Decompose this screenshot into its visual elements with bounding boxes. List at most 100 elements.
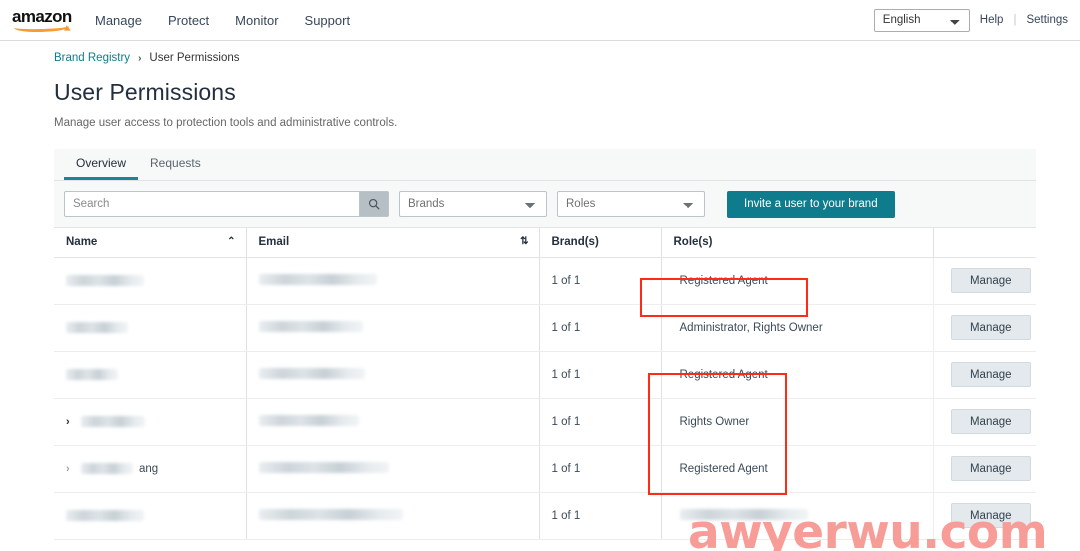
breadcrumb-current: User Permissions: [149, 52, 240, 64]
table-row[interactable]: 1 of 1 Registered Agent Manage: [54, 351, 1036, 399]
cell-roles: Registered Agent: [660, 257, 933, 305]
expand-row-chevron-icon[interactable]: ›: [66, 463, 75, 475]
cell-brands: 1 of 1: [538, 398, 661, 446]
role-label: Registered Agent: [679, 462, 768, 475]
redacted-name: [66, 510, 144, 521]
nav-link-support[interactable]: Support: [304, 9, 352, 32]
table-row[interactable]: › 1 of 1 Rights Owner Manage: [54, 398, 1036, 446]
brands-filter-select[interactable]: Brands: [399, 191, 547, 217]
cell-email: [245, 351, 539, 399]
amazon-smile-icon: [13, 20, 70, 33]
cell-brands: 1 of 1: [538, 445, 661, 493]
expand-row-chevron-icon[interactable]: ›: [66, 416, 75, 428]
cell-name: › ang: [54, 445, 246, 493]
cell-name: [54, 257, 246, 305]
redacted-role: [679, 508, 808, 520]
redacted-email: [258, 273, 377, 285]
cell-roles: Administrator, Rights Owner: [660, 304, 933, 352]
redacted-name: [66, 322, 128, 333]
cell-action: Manage: [932, 398, 1036, 446]
name-cell-content: [66, 369, 246, 380]
page-title: User Permissions: [54, 79, 236, 105]
redacted-name: [66, 369, 118, 380]
name-cell-content: [66, 510, 246, 521]
manage-button[interactable]: Manage: [950, 503, 1031, 528]
column-header-name-label: Name: [66, 236, 98, 249]
cell-brands: 1 of 1: [538, 304, 661, 352]
page-subtitle: Manage user access to protection tools a…: [54, 117, 398, 129]
table-row[interactable]: 1 of 1 Manage: [54, 492, 1036, 540]
cell-action: Manage: [932, 304, 1036, 352]
cell-email: [245, 257, 539, 305]
column-header-email-label: Email: [258, 236, 290, 249]
cell-action: Manage: [932, 445, 1036, 493]
role-label: Registered Agent: [679, 274, 768, 287]
invite-user-button[interactable]: Invite a user to your brand: [727, 190, 895, 218]
redacted-name: [81, 463, 133, 474]
table-body: 1 of 1 Registered Agent Manage 1 of 1 Admini…: [54, 257, 1036, 540]
nav-link-monitor[interactable]: Monitor: [234, 9, 279, 32]
search-input[interactable]: [64, 191, 359, 217]
nav-right-group: English Help | Settings: [873, 8, 1068, 32]
redacted-name: [81, 416, 145, 427]
tab-requests[interactable]: Requests: [138, 150, 213, 180]
cell-name: ›: [54, 398, 246, 446]
sort-ascending-icon[interactable]: ⌃: [227, 237, 235, 247]
column-header-roles[interactable]: Role(s): [660, 228, 933, 258]
manage-button[interactable]: Manage: [950, 268, 1031, 293]
breadcrumb-separator-icon: ›: [138, 52, 142, 64]
cell-name: [54, 492, 246, 540]
tab-overview[interactable]: Overview: [64, 150, 139, 180]
sort-toggle-icon[interactable]: ⇅: [520, 237, 528, 247]
nav-separator: |: [1013, 14, 1017, 26]
help-link[interactable]: Help: [980, 14, 1004, 26]
page-content-header: Brand Registry › User Permissions User P…: [0, 52, 1080, 129]
table-row[interactable]: 1 of 1 Administrator, Rights Owner Manage: [54, 304, 1036, 352]
manage-button[interactable]: Manage: [950, 362, 1031, 387]
table-header-row: Name ⌃ Email ⇅ Brand(s) Role(s): [54, 228, 1036, 258]
column-header-email[interactable]: Email ⇅: [245, 228, 539, 258]
cell-brands: 1 of 1: [538, 351, 661, 399]
role-label: Registered Agent: [679, 368, 768, 381]
cell-name: [54, 304, 246, 352]
app-root: amazon Manage Protect Monitor Support En…: [0, 0, 1080, 551]
cell-roles: [660, 492, 933, 540]
user-permissions-card: Overview Requests Brands Roles Invite a …: [54, 149, 1036, 540]
manage-button[interactable]: Manage: [950, 409, 1031, 434]
name-cell-content: [66, 275, 246, 286]
manage-button[interactable]: Manage: [950, 315, 1031, 340]
cell-email: [245, 304, 539, 352]
redacted-email: [258, 414, 359, 426]
name-cell-content: [66, 322, 246, 333]
cell-email: [245, 492, 539, 540]
name-cell-content: ›: [66, 416, 246, 428]
column-header-brands[interactable]: Brand(s): [538, 228, 661, 258]
nav-link-manage[interactable]: Manage: [94, 9, 143, 32]
search-icon: [368, 198, 380, 210]
redacted-email: [258, 461, 389, 473]
redacted-email: [258, 367, 365, 379]
table-row[interactable]: › ang 1 of 1 Registered Agent Manage: [54, 445, 1036, 493]
redacted-email: [258, 508, 403, 520]
language-select[interactable]: English: [873, 8, 970, 32]
table-row[interactable]: 1 of 1 Registered Agent Manage: [54, 257, 1036, 305]
cell-action: Manage: [932, 351, 1036, 399]
nav-link-protect[interactable]: Protect: [167, 9, 210, 32]
cell-roles: Registered Agent: [660, 445, 933, 493]
breadcrumb: Brand Registry › User Permissions: [54, 52, 1080, 64]
settings-link[interactable]: Settings: [1026, 14, 1068, 26]
table-toolbar: Brands Roles Invite a user to your brand: [54, 181, 1036, 228]
column-header-name[interactable]: Name ⌃: [54, 228, 246, 258]
user-permissions-table: Name ⌃ Email ⇅ Brand(s) Role(s) 1 of 1 R…: [54, 228, 1036, 540]
roles-filter-select[interactable]: Roles: [557, 191, 705, 217]
manage-button[interactable]: Manage: [950, 456, 1031, 481]
column-header-roles-label: Role(s): [673, 236, 713, 249]
cell-email: [245, 398, 539, 446]
name-cell-content: › ang: [66, 463, 246, 475]
table-head: Name ⌃ Email ⇅ Brand(s) Role(s): [54, 228, 1036, 258]
breadcrumb-link-brand-registry[interactable]: Brand Registry: [54, 52, 130, 64]
cell-brands: 1 of 1: [538, 257, 661, 305]
amazon-logo[interactable]: amazon: [12, 7, 74, 33]
redacted-email: [258, 320, 363, 332]
search-button[interactable]: [359, 191, 389, 217]
